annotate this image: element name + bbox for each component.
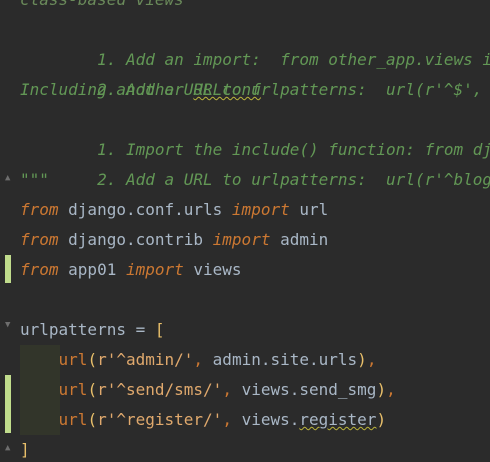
code-line-import[interactable]: from django.conf.urls import url: [20, 195, 328, 225]
editor-gutter[interactable]: ▲ ▼ ▲: [0, 0, 14, 462]
spelling-warning[interactable]: URLconf: [193, 80, 260, 99]
code-editor[interactable]: ▲ ▼ ▲ class-based views 1. Add an import…: [0, 0, 490, 462]
code-line-urlpatterns[interactable]: urlpatterns = [: [20, 315, 165, 345]
imported-name: url: [289, 200, 329, 219]
route-target: admin.site.urls: [212, 350, 358, 369]
separator: ,: [193, 350, 213, 369]
spelling-warning[interactable]: register: [299, 410, 376, 429]
code-line-route[interactable]: url(r'^register/', views.register): [20, 405, 387, 435]
paren: (: [87, 380, 98, 399]
open-bracket: [: [154, 320, 165, 339]
keyword-import: import: [125, 260, 184, 279]
function-url: url: [58, 380, 88, 399]
docstring-text: Including another: [20, 80, 194, 99]
route-pattern: r'^register/': [97, 410, 223, 429]
code-line-docstring[interactable]: 1. Import the include() function: from d…: [20, 105, 490, 159]
separator: ,: [222, 410, 242, 429]
keyword-from: from: [20, 230, 59, 249]
code-line-import[interactable]: from django.contrib import admin: [20, 225, 328, 255]
paren: (: [87, 410, 98, 429]
function-url: url: [58, 350, 88, 369]
paren: (: [87, 350, 98, 369]
separator: ,: [222, 380, 242, 399]
paren: ): [376, 380, 387, 399]
code-line-route[interactable]: url(r'^send/sms/', views.send_smg),: [20, 375, 396, 405]
change-marker[interactable]: [5, 375, 11, 433]
keyword-from: from: [20, 260, 59, 279]
keyword-import: import: [231, 200, 290, 219]
module-name: django.contrib: [58, 230, 213, 249]
keyword-from: from: [20, 200, 59, 219]
code-line-docstring-end[interactable]: """: [20, 165, 49, 195]
function-url: url: [58, 410, 88, 429]
code-line-docstring[interactable]: 2. Add a URL to urlpatterns: url(r'^blog…: [20, 135, 490, 189]
fold-icon[interactable]: ▼: [5, 318, 12, 332]
paren: ): [357, 350, 367, 369]
route-target: views.send_smg: [241, 380, 377, 399]
code-line-docstring[interactable]: 2. Add a URL to urlpatterns: url(r'^$', …: [20, 45, 490, 99]
code-line-close-bracket[interactable]: ]: [20, 435, 30, 462]
fold-icon[interactable]: ▲: [5, 441, 12, 455]
module-name: django.conf.urls: [58, 200, 232, 219]
comma: ,: [386, 380, 396, 399]
code-line-docstring[interactable]: 1. Add an import: from other_app.views i…: [20, 15, 490, 69]
comma: ,: [366, 350, 377, 369]
docstring-text: 2. Add a URL to urlpatterns: url(r'^blog…: [58, 170, 490, 189]
route-pattern: r'^send/sms/': [97, 380, 223, 399]
change-marker[interactable]: [5, 255, 11, 283]
route-pattern: r'^admin/': [97, 350, 194, 369]
keyword-import: import: [212, 230, 271, 249]
variable-urlpatterns: urlpatterns =: [20, 320, 155, 339]
code-line-import[interactable]: from app01 import views: [20, 255, 242, 285]
module-name: app01: [58, 260, 126, 279]
imported-name: admin: [270, 230, 329, 249]
code-line-docstring[interactable]: Including another URLconf: [20, 75, 261, 105]
close-bracket: ]: [20, 440, 30, 459]
fold-icon[interactable]: ▲: [5, 171, 12, 185]
code-line-docstring[interactable]: class-based views: [20, 0, 184, 15]
code-line-route[interactable]: url(r'^admin/', admin.site.urls),: [20, 345, 377, 375]
paren: ): [376, 410, 387, 429]
route-target: views.: [241, 410, 300, 429]
imported-name: views: [183, 260, 242, 279]
